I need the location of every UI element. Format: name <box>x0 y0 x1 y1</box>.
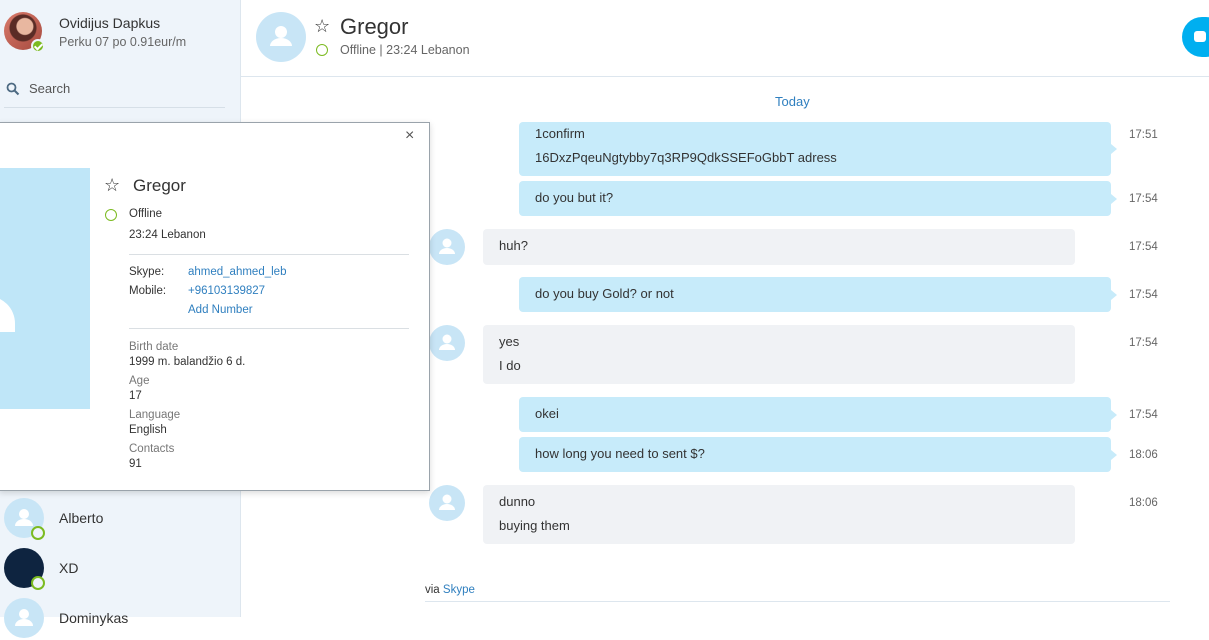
favorite-star-icon[interactable]: ☆ <box>104 175 120 196</box>
offline-status-icon <box>31 576 45 590</box>
sender-avatar[interactable] <box>429 229 465 265</box>
conversation-header: ☆ Gregor Offline | 23:24 Lebanon <box>241 0 1209 77</box>
age-value: 17 <box>129 390 142 402</box>
language-value: English <box>129 424 167 436</box>
favorite-star-icon[interactable]: ☆ <box>314 16 330 37</box>
message-text: buying them <box>499 518 570 533</box>
default-avatar-icon <box>439 334 455 350</box>
offline-status-icon <box>31 526 45 540</box>
contact-profile-card: × ☆ Gregor Offline 23:24 Lebanon Skype: … <box>0 122 430 491</box>
message-timestamp: 17:54 <box>1129 193 1158 205</box>
status-text: Offline <box>340 43 376 57</box>
default-avatar-icon <box>439 494 455 510</box>
video-call-button[interactable] <box>1182 17 1209 57</box>
message-text: dunno <box>499 494 536 509</box>
message-text: okei <box>535 406 559 421</box>
default-avatar-icon <box>15 609 33 626</box>
my-mood-message[interactable]: Perku 07 po 0.91eur/m <box>59 35 186 49</box>
avatar <box>4 598 44 638</box>
message-bubble-incoming[interactable]: huh? <box>483 229 1075 265</box>
mobile-number-link[interactable]: +96103139827 <box>188 285 265 297</box>
message-text: 16DxzPqeuNgtybby7q3RP9QdkSSEFoGbbT adres… <box>535 150 837 165</box>
search-placeholder: Search <box>29 81 71 96</box>
profile-picture <box>0 168 90 409</box>
close-icon[interactable]: × <box>405 127 414 145</box>
mobile-label: Mobile: <box>129 285 167 297</box>
online-status-icon <box>31 39 45 53</box>
divider <box>129 254 409 255</box>
contact-name: Dominykas <box>59 610 129 626</box>
add-number-link[interactable]: Add Number <box>188 304 253 316</box>
divider <box>425 601 1170 602</box>
contact-name: XD <box>59 560 79 576</box>
message-timestamp: 17:54 <box>1129 409 1158 421</box>
age-label: Age <box>129 375 150 387</box>
message-timestamp: 17:54 <box>1129 241 1158 253</box>
message-bubble-incoming[interactable]: yes I do <box>483 325 1075 384</box>
message-bubble-outgoing[interactable]: how long you need to sent $? <box>519 437 1117 472</box>
contacts-label: Contacts <box>129 443 175 455</box>
my-name[interactable]: Ovidijus Dapkus <box>59 15 160 31</box>
message-bubble-outgoing[interactable]: do you but it? <box>519 181 1117 216</box>
message-timestamp: 18:06 <box>1129 449 1158 461</box>
contact-name: Alberto <box>59 510 104 526</box>
contact-item-dominykas[interactable]: Dominykas <box>0 596 241 640</box>
conversation-title[interactable]: Gregor <box>340 14 408 40</box>
message-timestamp: 17:51 <box>1129 129 1158 141</box>
contacts-value: 91 <box>129 458 142 470</box>
divider <box>129 328 409 329</box>
day-divider: Today <box>775 94 810 109</box>
contact-avatar[interactable] <box>256 12 306 62</box>
message-text: huh? <box>499 238 528 253</box>
profile-name: Gregor <box>133 176 186 195</box>
message-text: 1confirm <box>535 126 585 141</box>
profile-local-time: 23:24 Lebanon <box>129 229 206 241</box>
language-label: Language <box>129 409 181 421</box>
message-bubble-incoming[interactable]: dunno buying them <box>483 485 1075 544</box>
message-timestamp: 18:06 <box>1129 497 1158 509</box>
skype-link[interactable]: Skype <box>443 584 475 596</box>
message-text: I do <box>499 358 521 373</box>
default-avatar-icon <box>270 26 292 46</box>
message-timestamp: 17:54 <box>1129 289 1158 301</box>
message-text: yes <box>499 334 520 349</box>
via-skype-note: via Skype <box>425 584 475 596</box>
local-time: 23:24 Lebanon <box>386 43 470 57</box>
message-text: how long you need to sent $? <box>535 446 705 461</box>
contact-item-xd[interactable]: XD <box>0 546 241 590</box>
sender-avatar[interactable] <box>429 325 465 361</box>
message-text: do you buy Gold? or not <box>535 286 674 301</box>
message-bubble-outgoing[interactable]: 1confirm 16DxzPqeuNgtybby7q3RP9QdkSSEFoG… <box>519 122 1117 176</box>
separator: | <box>379 43 383 57</box>
search-icon <box>6 82 20 96</box>
offline-status-icon <box>316 44 328 56</box>
birth-date-value: 1999 m. balandžio 6 d. <box>129 356 246 368</box>
sender-avatar[interactable] <box>429 485 465 521</box>
message-timestamp: 17:54 <box>1129 337 1158 349</box>
message-bubble-outgoing[interactable]: okei <box>519 397 1117 432</box>
contact-status-line: Offline | 23:24 Lebanon <box>340 43 470 57</box>
skype-label: Skype: <box>129 266 165 278</box>
offline-status-icon <box>105 209 117 221</box>
via-prefix: via <box>425 584 440 596</box>
default-avatar-icon <box>439 238 455 254</box>
search-box[interactable]: Search <box>4 78 225 108</box>
profile-status: Offline <box>129 208 163 220</box>
message-bubble-outgoing[interactable]: do you buy Gold? or not <box>519 277 1117 312</box>
skype-id-link[interactable]: ahmed_ahmed_leb <box>188 266 286 278</box>
message-text: do you but it? <box>535 190 614 205</box>
birth-date-label: Birth date <box>129 341 179 353</box>
contact-item-alberto[interactable]: Alberto <box>0 496 241 540</box>
